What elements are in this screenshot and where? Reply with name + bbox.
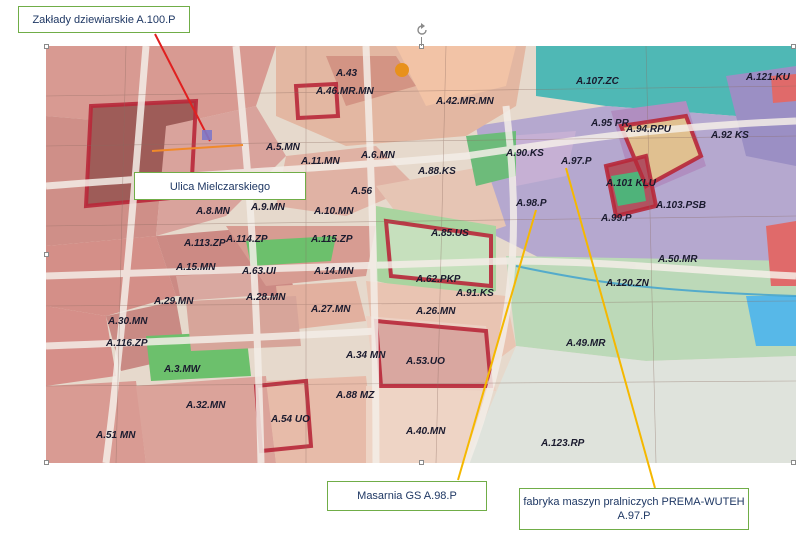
arrow-masarnia bbox=[457, 209, 537, 481]
arrow-zaklady bbox=[154, 33, 211, 142]
callout-masarnia-text: Masarnia GS A.98.P bbox=[357, 490, 457, 502]
resize-handle-se[interactable] bbox=[791, 460, 796, 465]
resize-handle-s[interactable] bbox=[419, 460, 424, 465]
zaklady-marker bbox=[202, 130, 212, 140]
callout-ulica-text: Ulica Mielczarskiego bbox=[169, 181, 271, 193]
arrow-fabryka bbox=[565, 167, 656, 489]
callout-fabryka-line1: fabryka maszyn pralniczych PREMA-WUTEH bbox=[523, 496, 745, 508]
callout-zaklady-text: Zakłady dziewiarskie A.100.P bbox=[32, 14, 176, 26]
street-line-mielczarskiego bbox=[151, 144, 244, 152]
rotate-handle-icon[interactable] bbox=[415, 23, 429, 37]
rotate-handle-stem bbox=[421, 37, 422, 46]
resize-handle-w[interactable] bbox=[44, 252, 49, 257]
callout-fabryka-prema[interactable]: fabryka maszyn pralniczych PREMA-WUTEH A… bbox=[519, 488, 749, 530]
resize-handle-nw[interactable] bbox=[44, 44, 49, 49]
resize-handle-sw[interactable] bbox=[44, 460, 49, 465]
callout-zaklady-dziewiarskie[interactable]: Zakłady dziewiarskie A.100.P bbox=[18, 6, 190, 33]
resize-handle-ne[interactable] bbox=[791, 44, 796, 49]
callout-ulica-mielczarskiego[interactable]: Ulica Mielczarskiego bbox=[134, 172, 306, 200]
slide-canvas: A.43 A.46.MR.MN A.42.MR.MN A.107.ZC A.121.KU… bbox=[0, 0, 796, 536]
callout-masarnia[interactable]: Masarnia GS A.98.P bbox=[327, 481, 487, 511]
callout-fabryka-line2: A.97.P bbox=[617, 510, 651, 522]
annotation-arrows bbox=[151, 33, 656, 489]
